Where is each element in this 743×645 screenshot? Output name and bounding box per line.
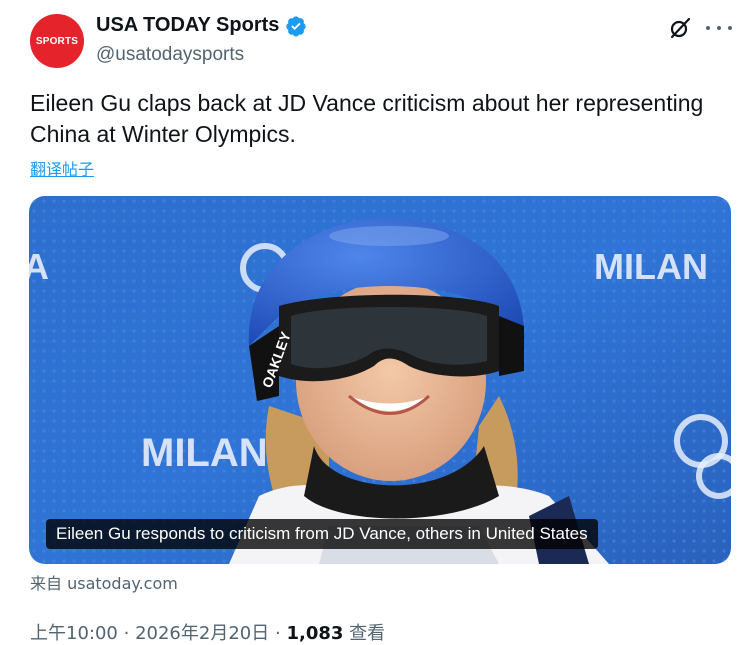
- tweet-media[interactable]: MILAN MILAN A OAKLEY Eileen Gu responds …: [29, 196, 731, 564]
- translate-post-link[interactable]: 翻译帖子: [30, 156, 94, 180]
- svg-text:A: A: [29, 246, 49, 287]
- verified-badge-icon: [286, 15, 307, 37]
- author-handle[interactable]: @usatodaysports: [96, 44, 244, 66]
- tweet-text: Eileen Gu claps back at JD Vance critici…: [30, 90, 704, 147]
- author-display-name[interactable]: USA TODAY Sports: [96, 14, 279, 37]
- media-caption: Eileen Gu responds to criticism from JD …: [46, 519, 598, 549]
- media-photo: MILAN MILAN A OAKLEY: [29, 196, 731, 564]
- grok-icon[interactable]: [668, 16, 692, 40]
- banner-text-left: MILAN: [141, 431, 268, 475]
- more-options-icon[interactable]: [706, 16, 732, 40]
- views-count: 1,083: [286, 623, 344, 644]
- views-label: 查看: [349, 623, 386, 644]
- meta-separator: ·: [274, 623, 281, 644]
- tweet-date[interactable]: 2026年2月20日: [135, 623, 269, 644]
- meta-separator: ·: [123, 623, 130, 644]
- tweet-time[interactable]: 上午10:00: [30, 623, 118, 644]
- avatar[interactable]: SPORTS: [30, 14, 84, 68]
- link-source[interactable]: 来自 usatoday.com: [30, 570, 178, 594]
- author-name-row: USA TODAY Sports: [96, 14, 307, 37]
- tweet-meta: 上午10:00 · 2026年2月20日 · 1,083 查看: [30, 619, 385, 645]
- banner-text-right: MILAN: [594, 246, 708, 287]
- avatar-text: SPORTS: [35, 35, 79, 47]
